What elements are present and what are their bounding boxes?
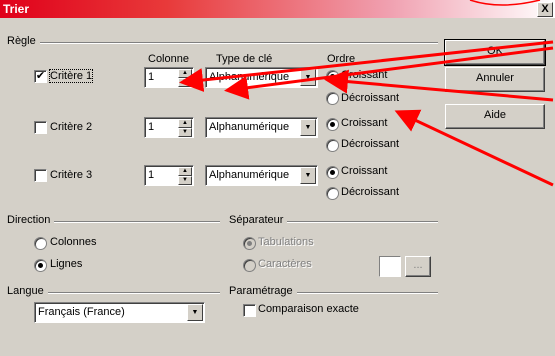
criterion-2-asc-radio[interactable] — [326, 118, 339, 131]
criterion-1-desc-label: Décroissant — [341, 92, 400, 104]
direction-rows-label: Lignes — [50, 258, 83, 270]
window-title: Trier — [3, 2, 30, 16]
direction-rows-radio[interactable] — [34, 259, 47, 272]
direction-group-title: Direction — [7, 214, 55, 226]
langue-group-title: Langue — [7, 285, 48, 297]
criterion-3-type-select[interactable]: Alphanumérique ▼ — [205, 165, 318, 186]
help-label: Aide — [483, 109, 507, 121]
regle-group-line — [8, 42, 438, 44]
exact-compare-label: Comparaison exacte — [258, 303, 359, 315]
header-colonne: Colonne — [148, 53, 189, 65]
criterion-2-checkbox[interactable] — [34, 121, 47, 134]
chevron-down-icon[interactable]: ▼ — [300, 167, 316, 184]
direction-columns-label: Colonnes — [50, 236, 97, 248]
spin-up-icon[interactable]: ▲ — [178, 167, 192, 176]
cancel-button[interactable]: Annuler — [445, 67, 545, 92]
criterion-1-checkbox[interactable]: ✔ — [34, 70, 47, 83]
criterion-1-desc-radio[interactable] — [326, 92, 339, 105]
exact-compare-checkbox[interactable] — [243, 304, 256, 317]
criterion-1-type-value: Alphanumérique — [209, 71, 290, 83]
title-bar: Trier X — [0, 0, 555, 18]
header-type-cle: Type de clé — [216, 53, 273, 65]
separator-group-title: Séparateur — [229, 214, 288, 226]
separator-chars-radio[interactable] — [243, 259, 256, 272]
criterion-1-asc-radio[interactable] — [326, 70, 339, 83]
chevron-down-icon[interactable]: ▼ — [300, 119, 316, 136]
criterion-3-column-value: 1 — [148, 169, 155, 181]
help-button[interactable]: Aide — [445, 104, 545, 129]
criterion-2-column-field[interactable]: 1 ▲ ▼ — [144, 117, 194, 138]
langue-select[interactable]: Français (France) ▼ — [34, 302, 205, 323]
langue-value: Français (France) — [38, 306, 125, 318]
criterion-2-type-select[interactable]: Alphanumérique ▼ — [205, 117, 318, 138]
criterion-2-desc-radio[interactable] — [326, 139, 339, 152]
criterion-1-asc-label: Croissant — [341, 69, 388, 81]
spin-down-icon[interactable]: ▼ — [178, 128, 192, 137]
criterion-1-label: Critère 1 — [48, 69, 94, 83]
chevron-down-icon[interactable]: ▼ — [187, 304, 203, 321]
criterion-2-type-value: Alphanumérique — [209, 121, 290, 133]
cancel-label: Annuler — [476, 72, 514, 84]
header-ordre: Ordre — [327, 53, 356, 65]
criterion-3-spinner[interactable]: ▲ ▼ — [178, 167, 192, 185]
more-label: ... — [413, 259, 423, 271]
direction-columns-radio[interactable] — [34, 237, 47, 250]
separator-more-button[interactable]: ... — [405, 256, 431, 277]
separator-tabs-radio[interactable] — [243, 237, 256, 250]
criterion-3-label: Critère 3 — [50, 169, 93, 181]
chevron-down-icon[interactable]: ▼ — [300, 69, 316, 86]
spin-up-icon[interactable]: ▲ — [178, 69, 192, 78]
spin-up-icon[interactable]: ▲ — [178, 119, 192, 128]
parametrage-group-title: Paramétrage — [229, 285, 297, 297]
criterion-1-spinner[interactable]: ▲ ▼ — [178, 69, 192, 87]
criterion-2-spinner[interactable]: ▲ ▼ — [178, 119, 192, 137]
criterion-3-desc-radio[interactable] — [326, 187, 339, 200]
criterion-3-asc-label: Croissant — [341, 165, 388, 177]
criterion-2-label: Critère 2 — [50, 121, 93, 133]
criterion-1-column-value: 1 — [148, 71, 155, 83]
separator-tabs-label: Tabulations — [258, 236, 314, 248]
criterion-3-desc-label: Décroissant — [341, 186, 400, 198]
criterion-2-asc-label: Croissant — [341, 117, 388, 129]
regle-group-title: Règle — [7, 35, 40, 47]
criterion-3-checkbox[interactable] — [34, 169, 47, 182]
ok-label: OK — [487, 45, 503, 57]
separator-char-field[interactable] — [379, 256, 401, 277]
criterion-3-type-value: Alphanumérique — [209, 169, 290, 181]
ok-button[interactable]: OK — [444, 39, 546, 66]
criterion-1-type-select[interactable]: Alphanumérique ▼ — [205, 67, 318, 88]
spin-down-icon[interactable]: ▼ — [178, 78, 192, 87]
criterion-1-column-field[interactable]: 1 ▲ ▼ — [144, 67, 194, 88]
criterion-3-asc-radio[interactable] — [326, 166, 339, 179]
criterion-3-column-field[interactable]: 1 ▲ ▼ — [144, 165, 194, 186]
close-button[interactable]: X — [537, 2, 553, 17]
separator-chars-label: Caractères — [258, 258, 312, 270]
criterion-2-column-value: 1 — [148, 121, 155, 133]
spin-down-icon[interactable]: ▼ — [178, 176, 192, 185]
criterion-2-desc-label: Décroissant — [341, 138, 400, 150]
